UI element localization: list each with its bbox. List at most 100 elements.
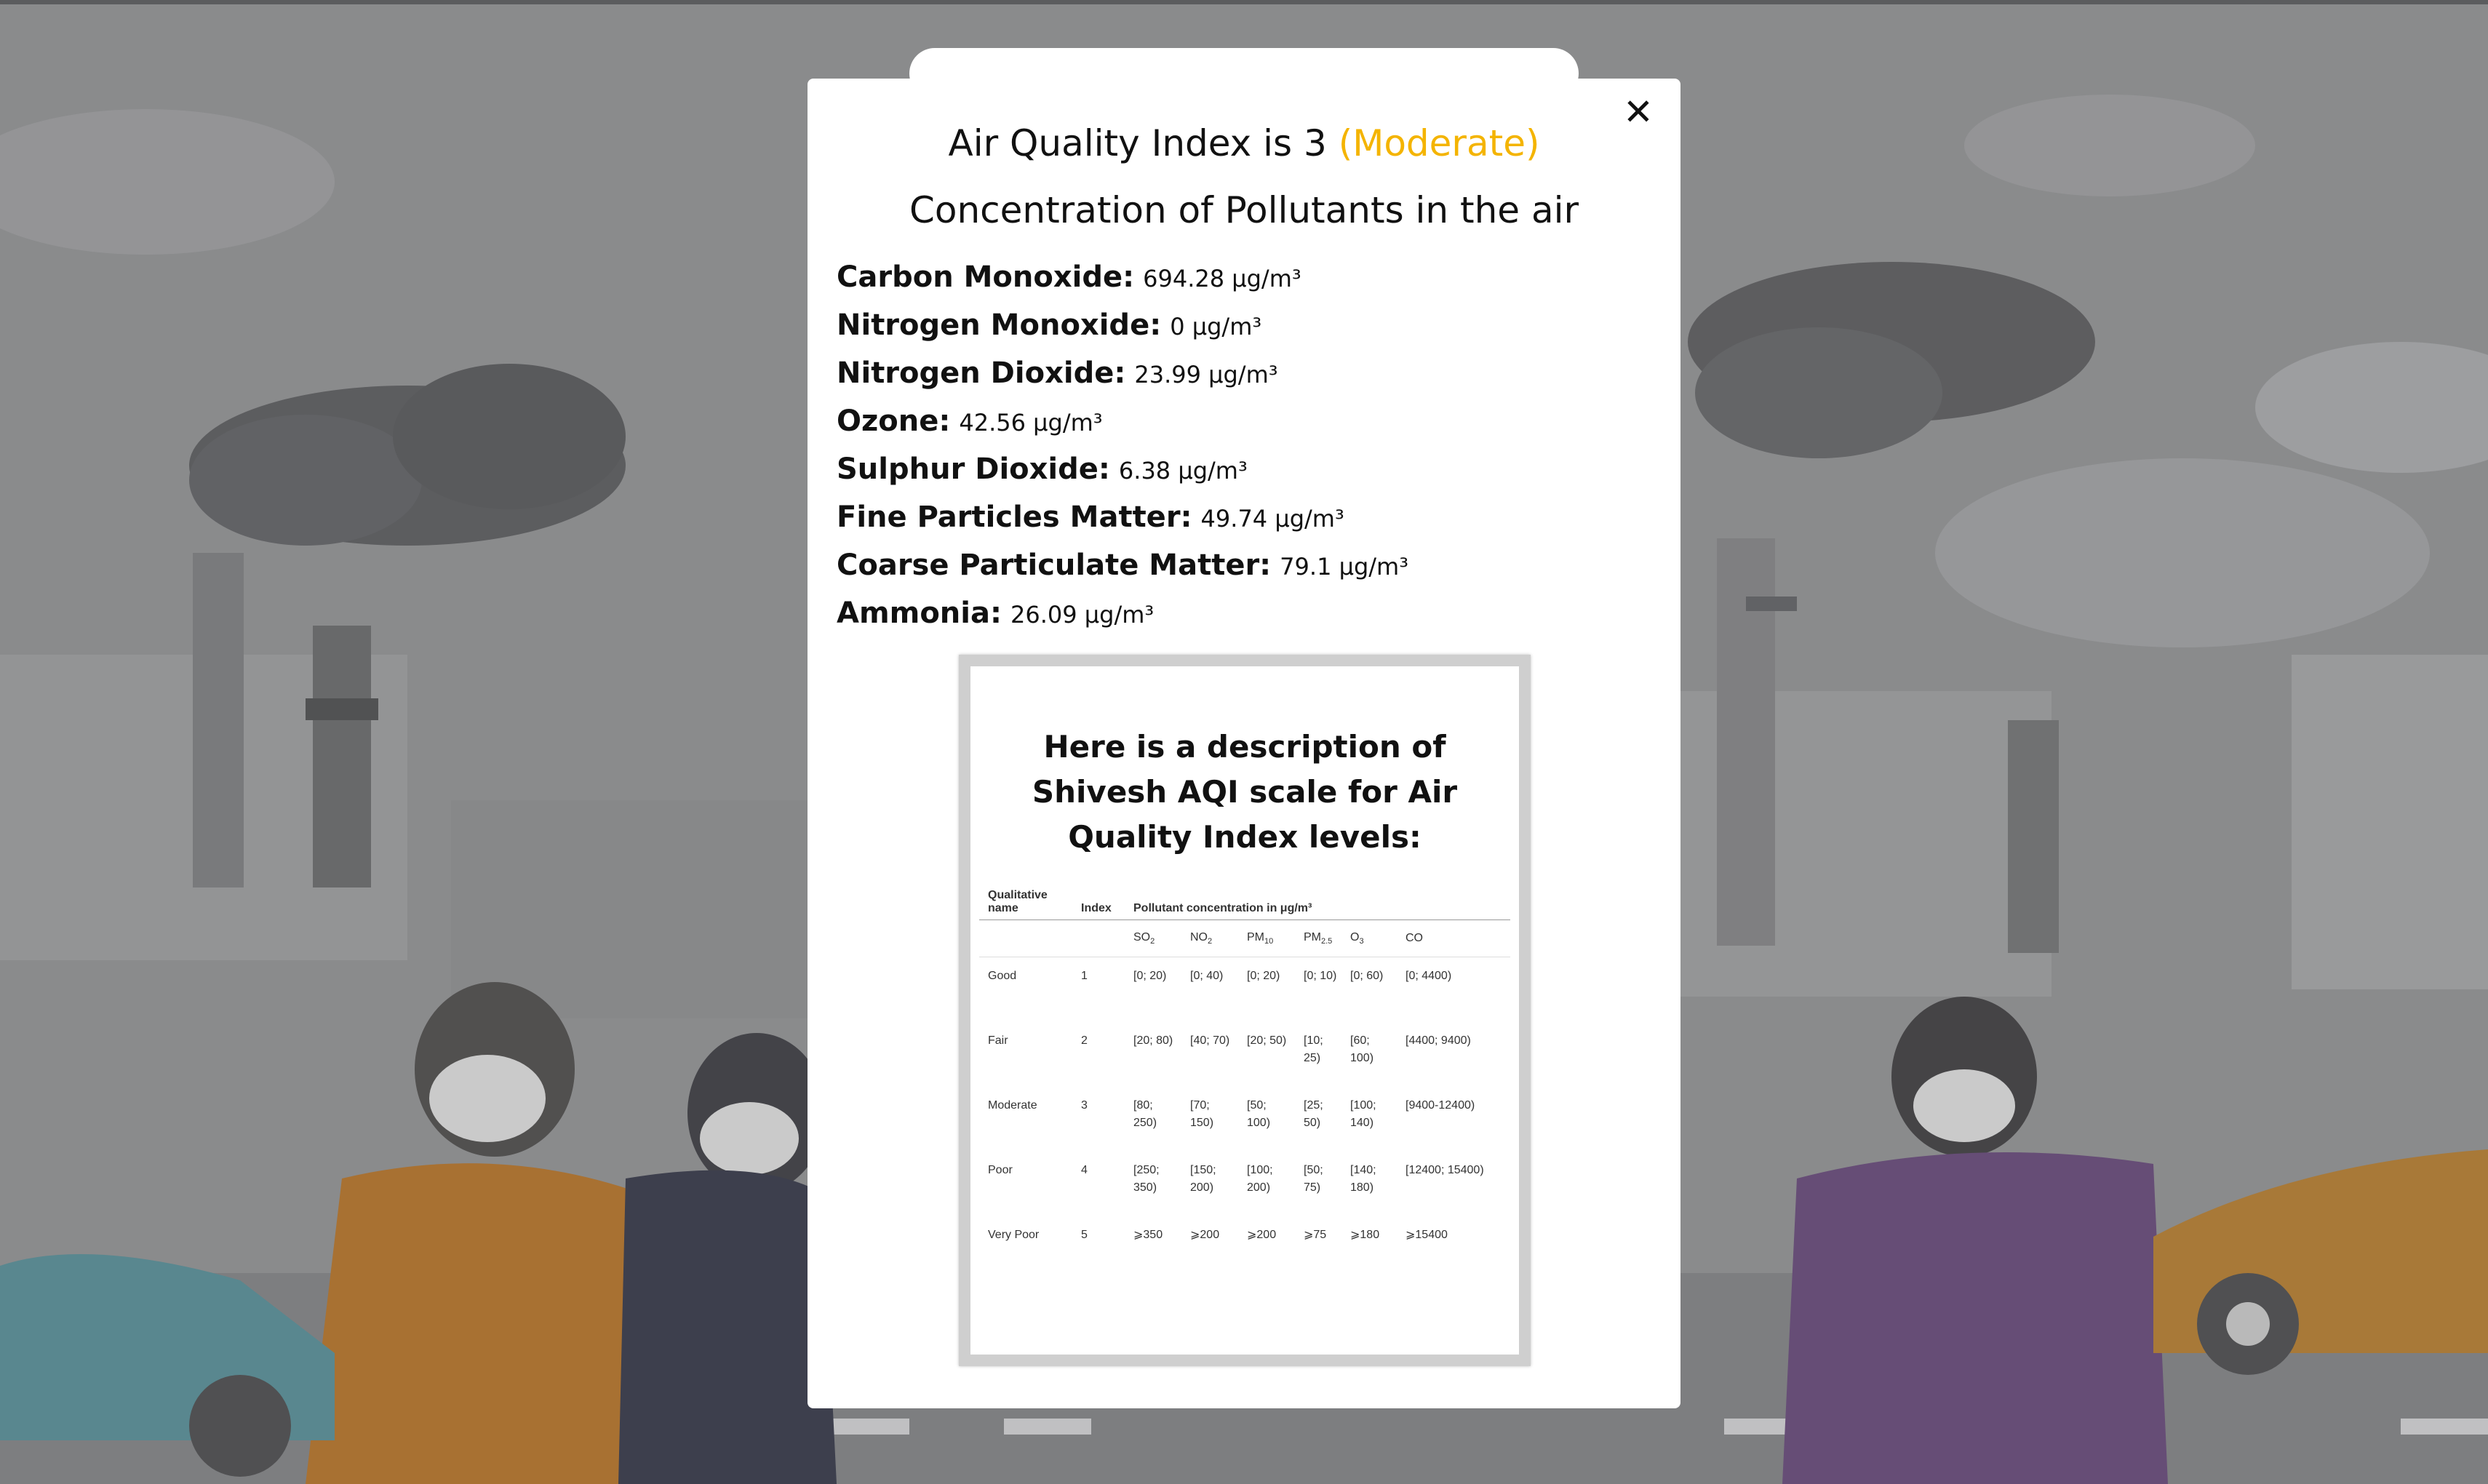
sub-co: CO	[1397, 919, 1510, 957]
row-index: 3	[1081, 1099, 1088, 1112]
row-pm25: [10; 25)	[1304, 1034, 1323, 1064]
sub-empty	[1072, 919, 1125, 957]
row-name: Very Poor	[988, 1229, 1040, 1241]
aqi-scale-image: Here is a description of Shivesh AQI sca…	[959, 655, 1531, 1366]
row-so2: [0; 20)	[1133, 970, 1167, 982]
sub-o3-index: 3	[1359, 937, 1364, 946]
sub-empty	[979, 919, 1072, 957]
pollutant-name: Nitrogen Monoxide:	[837, 308, 1162, 342]
pollutant-name: Fine Particles Matter:	[837, 500, 1192, 534]
pollutant-value: 26.09 μg/m³	[1010, 601, 1155, 629]
row-pm25: ⩾75	[1304, 1229, 1327, 1241]
table-row: Poor 4 [250; 350) [150; 200) [100; 200) …	[979, 1152, 1510, 1216]
aqi-title-text: Air Quality Index is 3	[948, 122, 1327, 164]
row-o3: [100; 140)	[1350, 1099, 1376, 1129]
row-pm10: [100; 200)	[1247, 1164, 1273, 1194]
row-index: 5	[1081, 1229, 1088, 1241]
row-so2: ⩾350	[1133, 1229, 1163, 1241]
row-co: [9400-12400)	[1406, 1099, 1475, 1112]
sub-no2: NO2	[1181, 919, 1238, 957]
row-co: [0; 4400)	[1406, 970, 1452, 982]
sub-no2-index: 2	[1208, 937, 1213, 946]
sub-pm10-index: 10	[1264, 937, 1274, 946]
sub-o3-text: O	[1350, 930, 1360, 944]
sub-pm10-text: PM	[1247, 930, 1264, 944]
pollutant-value: 23.99 μg/m³	[1134, 361, 1278, 388]
pollutant-fine-particles: Fine Particles Matter: 49.74 μg/m³	[837, 493, 1651, 541]
sub-pm25-index: 2.5	[1321, 937, 1333, 946]
header-concentration: Pollutant concentration in μg/m³	[1125, 886, 1510, 920]
pollutant-value: 6.38 μg/m³	[1118, 457, 1248, 484]
row-pm10: [50; 100)	[1247, 1099, 1271, 1129]
row-pm25: [50; 75)	[1304, 1164, 1323, 1194]
pollutant-value: 42.56 μg/m³	[959, 409, 1103, 436]
table-row: Good 1 [0; 20) [0; 40) [0; 20) [0; 10) […	[979, 957, 1510, 1023]
sub-so2-index: 2	[1150, 937, 1155, 946]
row-so2: [20; 80)	[1133, 1034, 1173, 1047]
table-row: Moderate 3 [80; 250) [70; 150) [50; 100)…	[979, 1087, 1510, 1152]
pollutant-value: 79.1 μg/m³	[1280, 553, 1409, 581]
row-name: Moderate	[988, 1099, 1037, 1112]
row-no2: [40; 70)	[1190, 1034, 1230, 1047]
scale-title: Here is a description of Shivesh AQI sca…	[1032, 729, 1458, 855]
pollutant-name: Coarse Particulate Matter:	[837, 548, 1272, 582]
sub-o3: O3	[1341, 919, 1397, 957]
table-row: Fair 2 [20; 80) [40; 70) [20; 50) [10; 2…	[979, 1022, 1510, 1087]
row-co: [12400; 15400)	[1406, 1164, 1484, 1176]
sub-so2: SO2	[1125, 919, 1181, 957]
row-co: ⩾15400	[1406, 1229, 1448, 1241]
aqi-scale-table: Qualitative name Index Pollutant concent…	[979, 886, 1510, 1270]
row-name: Good	[988, 970, 1017, 982]
header-index: Index	[1081, 902, 1112, 914]
row-no2: ⩾200	[1190, 1229, 1220, 1241]
row-o3: [140; 180)	[1350, 1164, 1376, 1194]
pollutant-ozone: Ozone: 42.56 μg/m³	[837, 397, 1651, 445]
row-index: 1	[1081, 970, 1088, 982]
pollutant-name: Nitrogen Dioxide:	[837, 356, 1126, 390]
pollutant-value: 694.28 μg/m³	[1143, 265, 1301, 292]
aqi-modal: ✕ Air Quality Index is 3 (Moderate) Conc…	[808, 79, 1680, 1408]
pollutant-value: 49.74 μg/m³	[1200, 505, 1344, 532]
row-o3: [60; 100)	[1350, 1034, 1374, 1064]
pollutant-list: Carbon Monoxide: 694.28 μg/m³ Nitrogen Mo…	[837, 253, 1651, 637]
row-pm25: [25; 50)	[1304, 1099, 1323, 1129]
row-pm10: ⩾200	[1247, 1229, 1277, 1241]
pollutant-ammonia: Ammonia: 26.09 μg/m³	[837, 589, 1651, 637]
row-name: Poor	[988, 1164, 1013, 1176]
row-index: 4	[1081, 1164, 1088, 1176]
table-subheader-row: SO2 NO2 PM10 PM2.5 O3 CO	[979, 919, 1510, 957]
row-no2: [150; 200)	[1190, 1164, 1216, 1194]
pollutant-nitrogen-monoxide: Nitrogen Monoxide: 0 μg/m³	[837, 301, 1651, 349]
aqi-title: Air Quality Index is 3 (Moderate)	[808, 122, 1680, 164]
header-concentration-text: Pollutant concentration in μg/m³	[1133, 902, 1312, 914]
aqi-level-label: (Moderate)	[1338, 122, 1540, 164]
row-no2: [70; 150)	[1190, 1099, 1214, 1129]
row-no2: [0; 40)	[1190, 970, 1224, 982]
sub-pm25: PM2.5	[1295, 919, 1341, 957]
sub-no2-text: NO	[1190, 930, 1208, 944]
pollutant-name: Carbon Monoxide:	[837, 260, 1135, 294]
row-o3: [0; 60)	[1350, 970, 1384, 982]
pollutants-section-title: Concentration of Pollutants in the air	[909, 189, 1579, 231]
pollutant-nitrogen-dioxide: Nitrogen Dioxide: 23.99 μg/m³	[837, 349, 1651, 397]
table-row: Very Poor 5 ⩾350 ⩾200 ⩾200 ⩾75 ⩾180 ⩾154…	[979, 1216, 1510, 1270]
row-co: [4400; 9400)	[1406, 1034, 1471, 1047]
table-header-row: Qualitative name Index Pollutant concent…	[979, 886, 1510, 920]
sub-pm10: PM10	[1238, 919, 1295, 957]
header-qualitative: Qualitative name	[988, 889, 1048, 914]
row-so2: [80; 250)	[1133, 1099, 1157, 1129]
row-so2: [250; 350)	[1133, 1164, 1160, 1194]
row-index: 2	[1081, 1034, 1088, 1047]
pollutant-carbon-monoxide: Carbon Monoxide: 694.28 μg/m³	[837, 253, 1651, 301]
pollutant-value: 0 μg/m³	[1170, 313, 1262, 340]
pollutant-name: Ammonia:	[837, 597, 1002, 630]
pollutant-coarse-particulate: Coarse Particulate Matter: 79.1 μg/m³	[837, 541, 1651, 589]
row-pm10: [0; 20)	[1247, 970, 1280, 982]
top-border	[0, 0, 2488, 4]
pollutant-name: Sulphur Dioxide:	[837, 452, 1110, 486]
row-pm10: [20; 50)	[1247, 1034, 1287, 1047]
row-pm25: [0; 10)	[1304, 970, 1337, 982]
sub-so2-text: SO	[1133, 930, 1151, 944]
pollutant-sulphur-dioxide: Sulphur Dioxide: 6.38 μg/m³	[837, 445, 1651, 493]
pollutant-name: Ozone:	[837, 404, 951, 438]
